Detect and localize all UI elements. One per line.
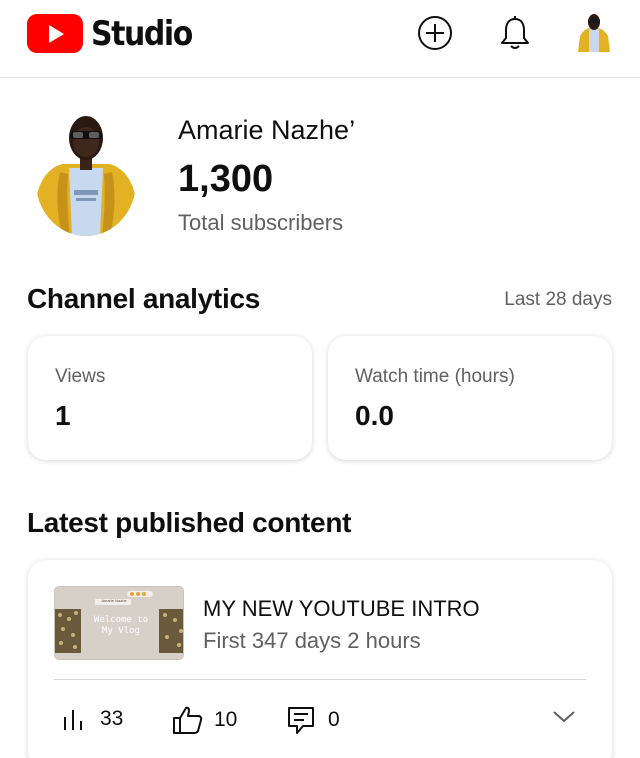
- youtube-logo-icon: [27, 14, 83, 53]
- views-value: 1: [55, 400, 71, 431]
- chevron-down-icon[interactable]: [552, 710, 576, 729]
- watch-time-card[interactable]: Watch time (hours) 0.0: [328, 336, 612, 460]
- comments-metric: 0: [286, 705, 340, 735]
- comments-count: 0: [328, 708, 340, 731]
- likes-metric: 10: [172, 705, 237, 735]
- studio-logo[interactable]: Studio: [27, 14, 206, 53]
- thumbnail-caption: Amarie Nazhe: [101, 598, 127, 603]
- views-label: Views: [55, 366, 106, 387]
- likes-count: 10: [214, 708, 238, 731]
- analytics-period: Last 28 days: [504, 289, 612, 310]
- create-icon[interactable]: [416, 14, 454, 52]
- app-name: Studio: [91, 13, 193, 54]
- comment-icon: [288, 707, 314, 734]
- subscriber-label: Total subscribers: [178, 210, 344, 235]
- thumbs-up-icon: [173, 706, 203, 734]
- latest-content-title: Latest published content: [27, 507, 352, 538]
- watch-time-label: Watch time (hours): [355, 366, 515, 387]
- notifications-bell-icon[interactable]: [496, 14, 534, 52]
- views-count: 33: [100, 707, 124, 730]
- video-thumbnail[interactable]: Amarie Nazhe Welcome to My Vlog: [54, 586, 184, 660]
- channel-name: Amarie Nazhe’: [178, 115, 356, 145]
- video-meta: First 347 days 2 hours: [203, 628, 421, 653]
- views-metric: 33: [60, 705, 123, 733]
- top-app-bar: Studio: [0, 0, 640, 78]
- video-title[interactable]: MY NEW YOUTUBE INTRO: [203, 596, 480, 622]
- channel-avatar: [36, 110, 136, 236]
- watch-time-value: 0.0: [355, 400, 394, 431]
- views-card[interactable]: Views 1: [28, 336, 312, 460]
- thumbnail-text: Welcome to My Vlog: [93, 615, 149, 636]
- subscriber-count: 1,300: [178, 158, 274, 200]
- latest-video-card[interactable]: Amarie Nazhe Welcome to My Vlog MY NEW Y…: [28, 560, 612, 758]
- bar-chart-icon: [64, 710, 82, 730]
- card-divider: [54, 679, 586, 680]
- analytics-title: Channel analytics: [27, 283, 260, 314]
- account-avatar[interactable]: [576, 12, 612, 52]
